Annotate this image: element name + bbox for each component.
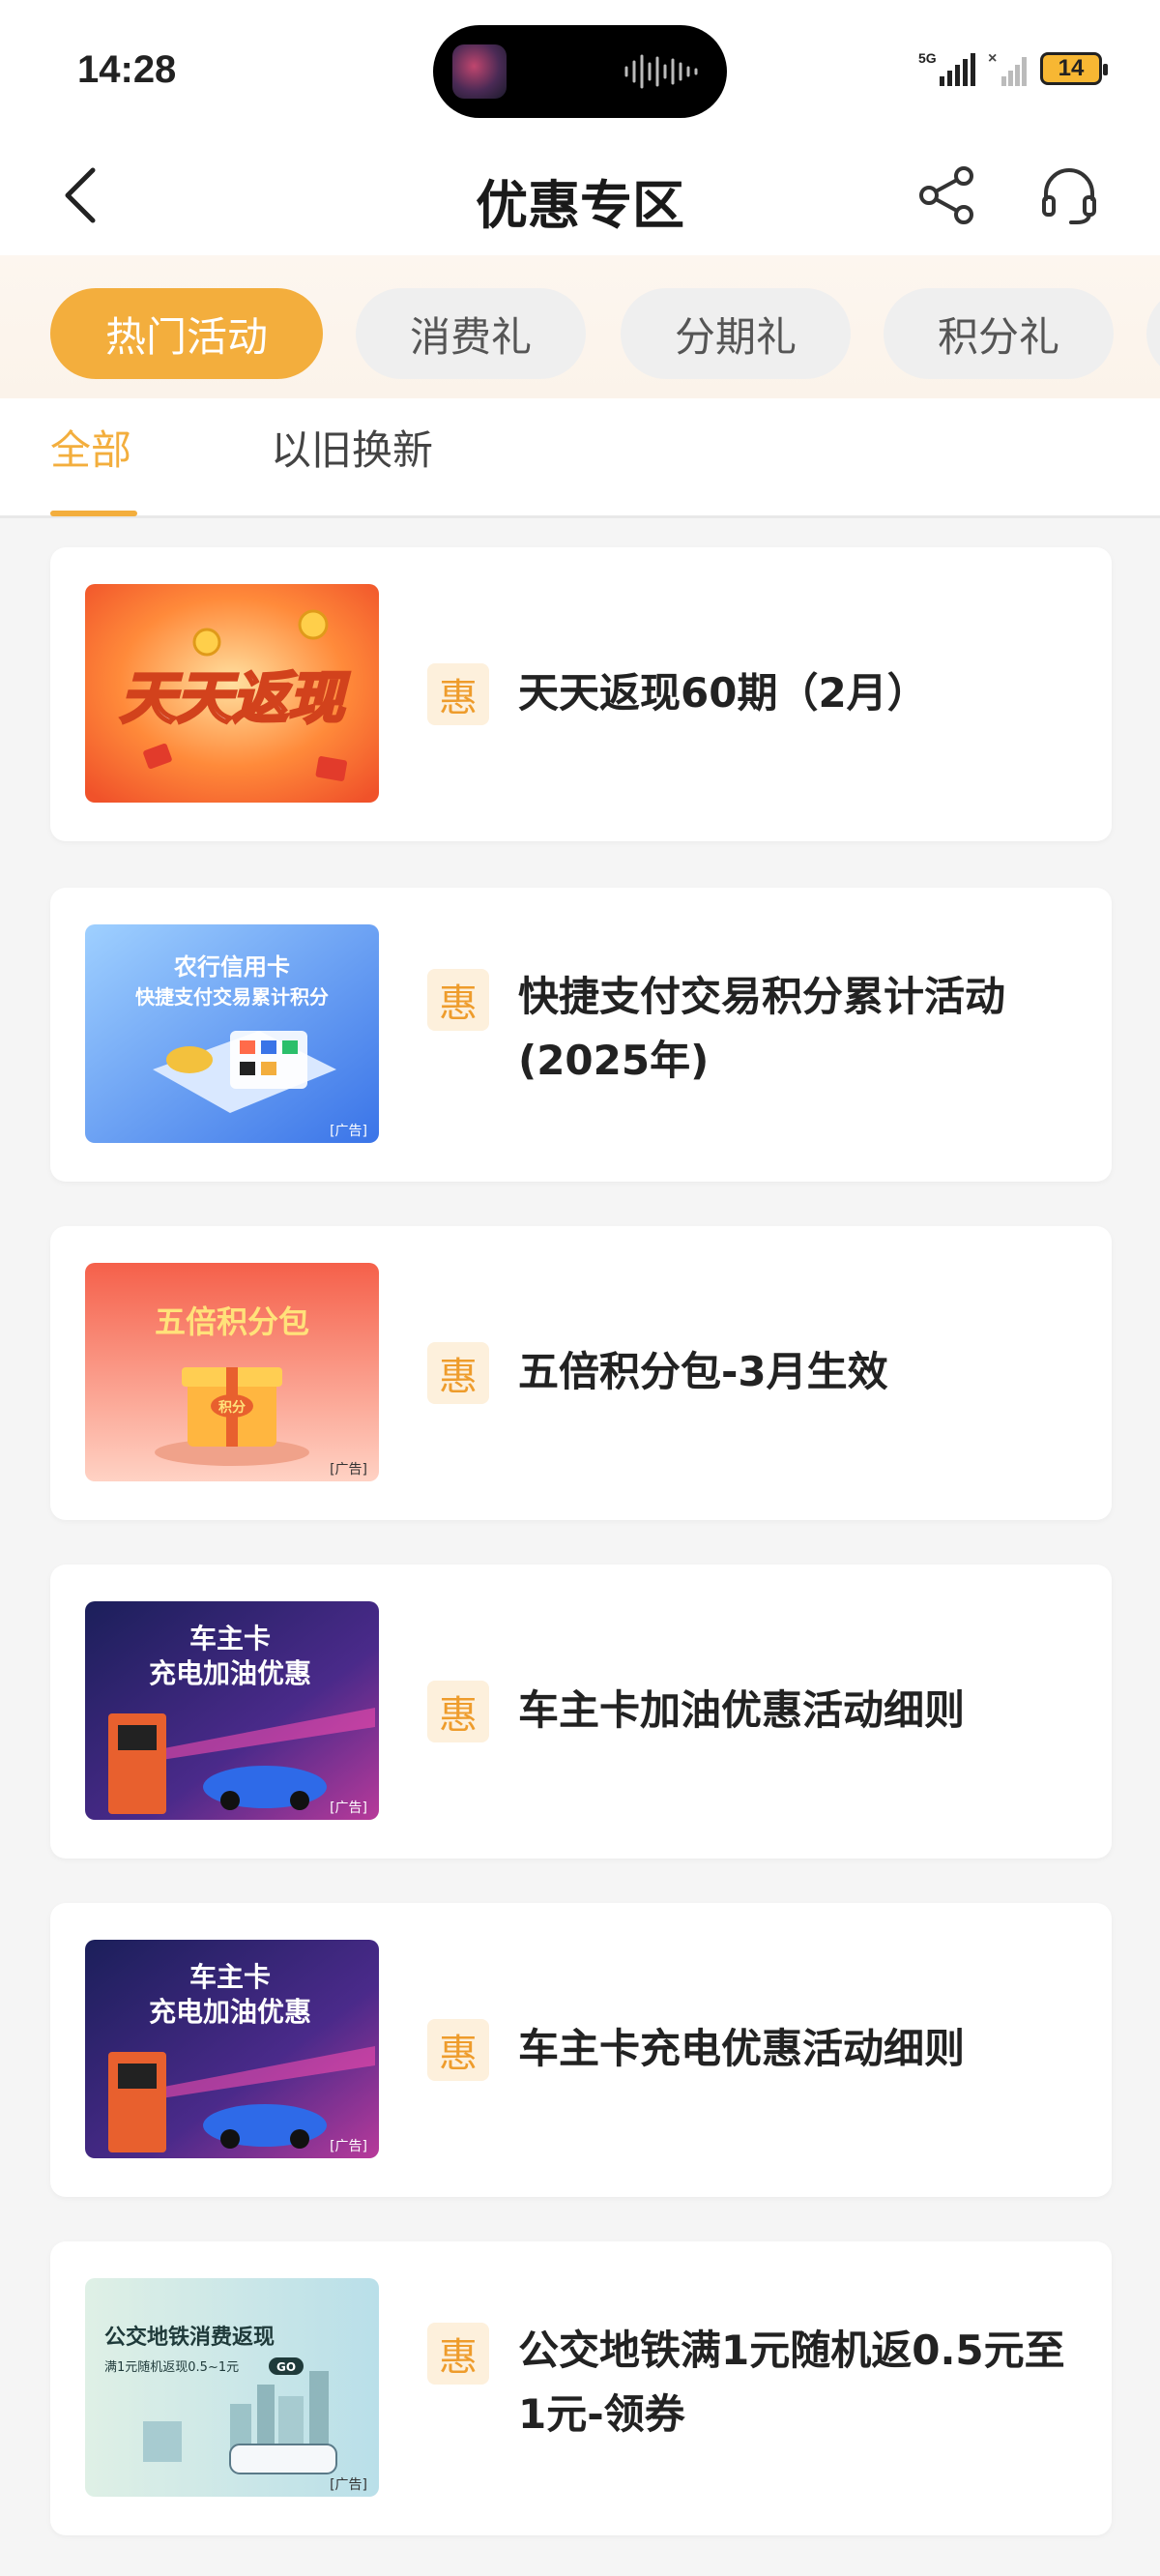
battery-level: 14 bbox=[1058, 55, 1085, 81]
svg-text:GO: GO bbox=[276, 2360, 296, 2374]
nav-bar: 优惠专区 bbox=[0, 135, 1160, 255]
tab-points-gift[interactable]: 积分礼 bbox=[884, 288, 1114, 379]
no-signal-icon: × bbox=[988, 50, 1027, 86]
share-icon bbox=[919, 166, 973, 224]
promotion-card[interactable]: 公交地铁消费返现 满1元随机返现0.5~1元 GO [广告] 惠 公交地铁满1元… bbox=[50, 2241, 1112, 2535]
svg-text:快捷支付交易累计积分: 快捷支付交易累计积分 bbox=[135, 985, 329, 1009]
subtab-all[interactable]: 全部 bbox=[50, 418, 131, 477]
svg-text:天天返现: 天天返现 bbox=[120, 665, 350, 731]
category-tabs: 热门活动 消费礼 分期礼 积分礼 bbox=[0, 255, 1160, 398]
tab-hot-activities[interactable]: 热门活动 bbox=[50, 288, 323, 379]
svg-text:[广告]: [广告] bbox=[330, 1124, 367, 1139]
battery-icon: 14 bbox=[1040, 52, 1108, 85]
promotion-thumbnail: 公交地铁消费返现 满1元随机返现0.5~1元 GO [广告] bbox=[85, 2278, 379, 2497]
promotion-thumbnail: 五倍积分包 积分 [广告] bbox=[85, 1263, 379, 1481]
promotion-title: 五倍积分包-3月生效 bbox=[518, 1348, 888, 1395]
svg-text:车主卡: 车主卡 bbox=[189, 1623, 271, 1654]
tab-label: 消费礼 bbox=[409, 312, 532, 361]
tab-label: 分期礼 bbox=[674, 312, 797, 361]
promotion-card[interactable]: 车主卡 充电加油优惠 [广告] 惠 车主卡加油优惠活动细则 bbox=[50, 1565, 1112, 1859]
promotion-title: 车主卡加油优惠活动细则 bbox=[518, 1686, 966, 1734]
svg-text:满1元随机返现0.5~1元: 满1元随机返现0.5~1元 bbox=[104, 2360, 239, 2375]
status-icons: 5G × 14 bbox=[918, 46, 1108, 91]
active-tab-indicator bbox=[50, 511, 137, 516]
promotion-title: 天天返现60期（2月） bbox=[518, 669, 928, 717]
promotion-card[interactable]: 天天返现 惠 天天返现60期（2月） bbox=[50, 547, 1112, 841]
tab-label: 热门活动 bbox=[104, 312, 268, 361]
promotion-title: 快捷支付交易积分累计活动(2025年) bbox=[518, 973, 1006, 1084]
promotion-title: 车主卡充电优惠活动细则 bbox=[518, 2025, 966, 2072]
svg-text:[广告]: [广告] bbox=[330, 1800, 367, 1816]
tab-label: 积分礼 bbox=[937, 312, 1059, 361]
svg-text:5G: 5G bbox=[918, 50, 937, 66]
audio-wave-icon bbox=[624, 54, 698, 89]
discount-badge: 惠 bbox=[427, 969, 489, 1031]
tab-more[interactable] bbox=[1146, 288, 1160, 379]
media-thumbnail bbox=[452, 44, 507, 99]
svg-text:×: × bbox=[988, 50, 997, 67]
svg-text:充电加油优惠: 充电加油优惠 bbox=[149, 1996, 311, 2028]
svg-text:[广告]: [广告] bbox=[330, 2477, 367, 2493]
page-title: 优惠专区 bbox=[476, 175, 684, 236]
promotion-card[interactable]: 五倍积分包 积分 [广告] 惠 五倍积分包-3月生效 bbox=[50, 1226, 1112, 1520]
promotion-title: 公交地铁满1元随机返0.5元至1元-领券 bbox=[518, 2327, 1065, 2438]
svg-text:[广告]: [广告] bbox=[330, 1462, 367, 1478]
svg-text:积分: 积分 bbox=[218, 1399, 246, 1416]
customer-service-icon bbox=[1042, 168, 1096, 224]
dynamic-island[interactable] bbox=[433, 25, 727, 118]
promotion-thumbnail: 天天返现 bbox=[85, 584, 379, 803]
tab-installment-gift[interactable]: 分期礼 bbox=[621, 288, 851, 379]
status-bar: 14:28 5G × 14 bbox=[0, 0, 1160, 135]
svg-text:[广告]: [广告] bbox=[330, 2139, 367, 2154]
promotion-thumbnail: 车主卡 充电加油优惠 [广告] bbox=[85, 1940, 379, 2158]
discount-badge: 惠 bbox=[427, 1342, 489, 1404]
signal-icon: 5G bbox=[918, 50, 975, 86]
svg-text:公交地铁消费返现: 公交地铁消费返现 bbox=[104, 2325, 275, 2350]
discount-badge: 惠 bbox=[427, 2323, 489, 2385]
share-button[interactable] bbox=[909, 157, 986, 234]
promotion-card[interactable]: 农行信用卡 快捷支付交易累计积分 [广告] 惠 快捷支付交易积分累计活动(202… bbox=[50, 888, 1112, 1182]
discount-badge: 惠 bbox=[427, 663, 489, 725]
status-time: 14:28 bbox=[77, 48, 177, 91]
tab-consumption-gift[interactable]: 消费礼 bbox=[356, 288, 586, 379]
svg-text:五倍积分包: 五倍积分包 bbox=[155, 1303, 309, 1340]
discount-badge: 惠 bbox=[427, 2019, 489, 2081]
svg-text:车主卡: 车主卡 bbox=[189, 1961, 271, 1993]
svg-text:农行信用卡: 农行信用卡 bbox=[173, 953, 290, 981]
svg-text:充电加油优惠: 充电加油优惠 bbox=[149, 1657, 311, 1689]
subtab-trade-in[interactable]: 以旧换新 bbox=[271, 418, 433, 477]
customer-service-button[interactable] bbox=[1030, 157, 1108, 234]
sub-tabs: 全部 以旧换新 bbox=[0, 398, 1160, 518]
promotion-card[interactable]: 车主卡 充电加油优惠 [广告] 惠 车主卡充电优惠活动细则 bbox=[50, 1903, 1112, 2197]
promotion-thumbnail: 农行信用卡 快捷支付交易累计积分 [广告] bbox=[85, 924, 379, 1143]
promotion-thumbnail: 车主卡 充电加油优惠 [广告] bbox=[85, 1601, 379, 1820]
discount-badge: 惠 bbox=[427, 1681, 489, 1742]
